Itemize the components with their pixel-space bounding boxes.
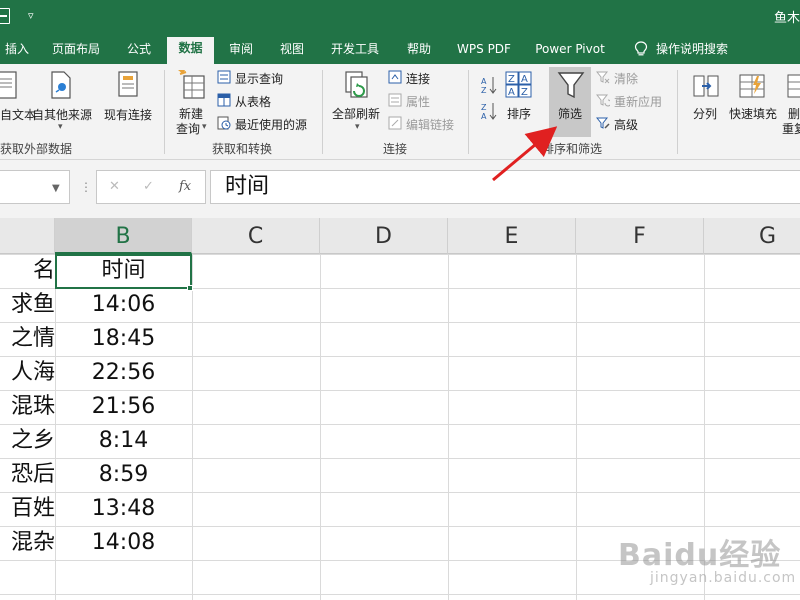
watermark-site: jingyan.baidu.com xyxy=(650,570,797,586)
annotation-arrow xyxy=(492,126,558,182)
watermark-brand: Baidu经验 xyxy=(618,538,782,573)
baidu-watermark: Baidu经验 jingyan.baidu.com xyxy=(612,520,795,596)
